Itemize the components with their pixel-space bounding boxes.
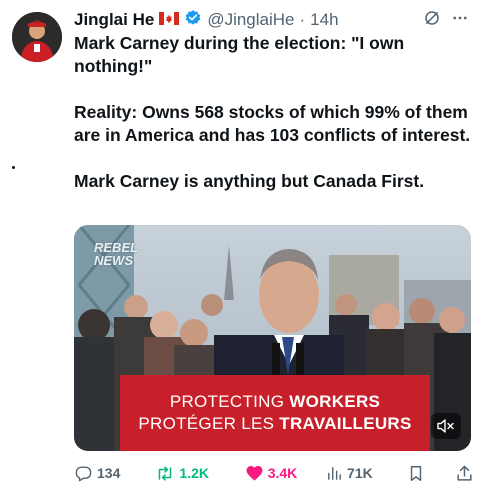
muted-speaker-icon bbox=[437, 419, 454, 433]
repost-button[interactable]: 1.2K bbox=[155, 464, 244, 483]
tweet-paragraph: Reality: Owns 568 stocks of which 99% of… bbox=[74, 102, 471, 145]
avatar[interactable] bbox=[12, 12, 62, 62]
analytics-icon bbox=[328, 466, 341, 480]
repost-icon bbox=[159, 465, 172, 481]
like-count: 3.4K bbox=[267, 465, 298, 481]
video-watermark: REBEL NEWS bbox=[94, 241, 138, 267]
bookmark-icon bbox=[411, 465, 422, 481]
reply-button[interactable]: 134 bbox=[74, 464, 145, 483]
avatar-image bbox=[12, 12, 62, 62]
tweet-text: Mark Carney during the election: "I own … bbox=[74, 32, 474, 193]
author-handle[interactable]: @JinglaiHe bbox=[207, 10, 294, 30]
tweet-paragraph: Mark Carney during the election: "I own … bbox=[74, 33, 405, 76]
banner-text-bold: TRAVAILLEURS bbox=[279, 414, 412, 433]
reply-count: 134 bbox=[97, 465, 121, 481]
banner-text: PROTECTING bbox=[169, 392, 290, 411]
watermark-line: NEWS bbox=[94, 253, 133, 268]
tweet-video[interactable]: REBEL NEWS PROTECTING WORKERS PROTÉGER L… bbox=[74, 225, 471, 451]
banner-text-bold: WORKERS bbox=[289, 392, 381, 411]
stray-dot bbox=[12, 166, 15, 169]
share-icon bbox=[457, 465, 472, 481]
separator-dot: · bbox=[299, 10, 306, 29]
podium-banner: PROTECTING WORKERS PROTÉGER LES TRAVAILL… bbox=[120, 375, 430, 451]
author-name[interactable]: Jinglai He bbox=[74, 10, 154, 30]
grok-icon[interactable] bbox=[423, 9, 441, 32]
bookmark-button[interactable] bbox=[407, 464, 455, 483]
tweet-header: Jinglai He @JinglaiHe · 14h bbox=[74, 8, 469, 32]
share-button[interactable] bbox=[455, 464, 474, 483]
banner-line-english: PROTECTING WORKERS bbox=[170, 391, 380, 413]
tweet-paragraph: Mark Carney is anything but Canada First… bbox=[74, 171, 425, 191]
tweet-timestamp[interactable]: 14h bbox=[310, 10, 338, 30]
more-options-icon[interactable] bbox=[451, 9, 469, 32]
like-button[interactable]: 3.4K bbox=[245, 464, 326, 483]
repost-count: 1.2K bbox=[179, 465, 209, 481]
banner-text: PROTÉGER LES bbox=[138, 414, 280, 433]
banner-line-french: PROTÉGER LES TRAVAILLEURS bbox=[138, 413, 411, 435]
views-button[interactable]: 71K bbox=[326, 465, 407, 482]
heart-icon bbox=[246, 465, 263, 481]
reply-icon bbox=[75, 465, 92, 481]
tweet-actions: 134 1.2K 3.4K 71K bbox=[74, 462, 474, 484]
verified-badge-icon bbox=[184, 9, 202, 32]
views-count: 71K bbox=[347, 465, 373, 481]
canada-flag-icon bbox=[159, 10, 180, 30]
mute-button[interactable] bbox=[431, 413, 461, 439]
